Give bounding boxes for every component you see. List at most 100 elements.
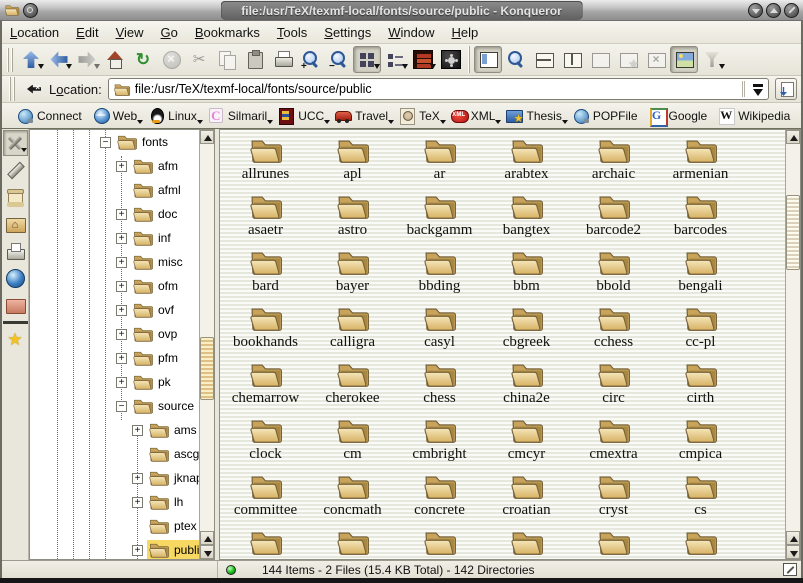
close-button[interactable] bbox=[784, 3, 799, 18]
scroll-up-arrow[interactable] bbox=[786, 531, 800, 545]
image-preview-toolbar[interactable] bbox=[670, 46, 698, 73]
tree-item-body[interactable]: misc bbox=[131, 252, 187, 272]
folder-cm[interactable]: cm bbox=[309, 414, 396, 470]
folder-bbm[interactable]: bbm bbox=[483, 246, 570, 302]
tree-item-source[interactable]: source bbox=[30, 394, 199, 418]
tree-expander[interactable] bbox=[116, 161, 127, 172]
folder-committee[interactable]: committee bbox=[222, 470, 309, 526]
popfile-globe-bookmark[interactable]: POPFile bbox=[570, 105, 644, 127]
tree-item-body[interactable]: ovp bbox=[131, 324, 181, 344]
menu-view[interactable]: View bbox=[116, 25, 144, 40]
folder-cbgreek[interactable]: cbgreek bbox=[483, 302, 570, 358]
location-input[interactable]: file:/usr/TeX/texmf-local/fonts/source/p… bbox=[108, 78, 769, 100]
tree-item-body[interactable]: afm bbox=[131, 156, 182, 176]
forward-arrow-toolbar[interactable] bbox=[73, 46, 101, 73]
location-value[interactable]: file:/usr/TeX/texmf-local/fonts/source/p… bbox=[135, 82, 737, 96]
treemap-view-toolbar[interactable] bbox=[409, 46, 437, 73]
menu-location[interactable]: Location bbox=[10, 25, 59, 40]
ucc-crest-bookmark[interactable]: UCC bbox=[275, 105, 330, 127]
zoom-out-toolbar[interactable] bbox=[325, 46, 353, 73]
cut-toolbar[interactable] bbox=[185, 46, 213, 73]
toolbar-handle[interactable] bbox=[7, 48, 14, 72]
folder-item[interactable] bbox=[309, 526, 396, 560]
tree-item-ptex[interactable]: ptex bbox=[30, 514, 199, 538]
folder-backgamm[interactable]: backgamm bbox=[396, 190, 483, 246]
tree-item-body[interactable]: afml bbox=[131, 180, 185, 200]
show-sidebar-toolbar[interactable] bbox=[474, 46, 502, 73]
main-scrollbar-thumb[interactable] bbox=[786, 195, 800, 270]
tree-item-body[interactable]: source bbox=[131, 396, 198, 416]
location-dropdown-button[interactable] bbox=[750, 80, 766, 98]
tex-lion-bookmark[interactable]: TeX bbox=[396, 105, 446, 127]
folder-cs[interactable]: cs bbox=[657, 470, 744, 526]
folder-cc-pl[interactable]: cc-pl bbox=[657, 302, 744, 358]
up-arrow-toolbar[interactable] bbox=[17, 46, 45, 73]
tree-item-body[interactable]: fonts bbox=[115, 132, 172, 152]
tree-expander[interactable] bbox=[132, 545, 143, 556]
tree-expander[interactable] bbox=[116, 233, 127, 244]
folder-item[interactable] bbox=[483, 526, 570, 560]
scroll-down-arrow[interactable] bbox=[200, 545, 214, 559]
menu-bookmarks[interactable]: Bookmarks bbox=[195, 25, 260, 40]
folder-chess[interactable]: chess bbox=[396, 358, 483, 414]
tree-item-pfm[interactable]: pfm bbox=[30, 346, 199, 370]
go-button[interactable] bbox=[775, 78, 797, 100]
folder-cmcyr[interactable]: cmcyr bbox=[483, 414, 570, 470]
folder-icon-view[interactable]: allrunes apl ar arabtex bbox=[219, 129, 801, 560]
tree-item-ovf[interactable]: ovf bbox=[30, 298, 199, 322]
menu-help[interactable]: Help bbox=[452, 25, 479, 40]
print-toolbar[interactable] bbox=[269, 46, 297, 73]
folder-allrunes[interactable]: allrunes bbox=[222, 134, 309, 190]
gear-view-toolbar[interactable] bbox=[437, 46, 465, 73]
main-scrollbar[interactable] bbox=[785, 130, 800, 559]
folder-cryst[interactable]: cryst bbox=[570, 470, 657, 526]
folder-item[interactable] bbox=[396, 526, 483, 560]
menu-settings[interactable]: Settings bbox=[324, 25, 371, 40]
wikipedia-w-bookmark[interactable]: Wikipedia bbox=[715, 105, 796, 127]
location-toolbar-handle[interactable] bbox=[9, 77, 16, 101]
tree-expander[interactable] bbox=[116, 329, 127, 340]
google-g-bookmark[interactable]: Google bbox=[646, 105, 714, 127]
folder-chemarrow[interactable]: chemarrow bbox=[222, 358, 309, 414]
tree-item-body[interactable]: pfm bbox=[131, 348, 182, 368]
tree-expander[interactable] bbox=[132, 497, 143, 508]
stop-toolbar[interactable] bbox=[157, 46, 185, 73]
icon-view-toolbar[interactable] bbox=[353, 46, 381, 73]
folder-cmbright[interactable]: cmbright bbox=[396, 414, 483, 470]
scroll-down-arrow[interactable] bbox=[786, 545, 800, 559]
folder-bbding[interactable]: bbding bbox=[396, 246, 483, 302]
xml-badge-bookmark[interactable]: XML bbox=[448, 105, 502, 127]
reload-toolbar[interactable] bbox=[129, 46, 157, 73]
tree-item-jknappen[interactable]: jknappen bbox=[30, 466, 199, 490]
minimize-button[interactable] bbox=[748, 3, 763, 18]
titlebar[interactable]: file:/usr/TeX/texmf-local/fonts/source/p… bbox=[0, 0, 803, 21]
tree-item-body[interactable]: lh bbox=[147, 492, 187, 512]
folder-item[interactable] bbox=[570, 526, 657, 560]
thesis-folder-bookmark[interactable]: Thesis bbox=[503, 105, 567, 127]
tree-item-body[interactable]: ofm bbox=[131, 276, 182, 296]
folder-asaetr[interactable]: asaetr bbox=[222, 190, 309, 246]
menu-edit[interactable]: Edit bbox=[76, 25, 98, 40]
tree-item-body[interactable]: pk bbox=[131, 372, 175, 392]
find-toolbar[interactable] bbox=[502, 46, 530, 73]
tree-item-body[interactable]: public bbox=[147, 540, 199, 559]
tree-item-ovp[interactable]: ovp bbox=[30, 322, 199, 346]
new-tab-toolbar[interactable] bbox=[614, 46, 642, 73]
tree-item-ofm[interactable]: ofm bbox=[30, 274, 199, 298]
folder-bengali[interactable]: bengali bbox=[657, 246, 744, 302]
tree-expander[interactable] bbox=[116, 305, 127, 316]
folder-calligra[interactable]: calligra bbox=[309, 302, 396, 358]
tree-item-body[interactable]: jknappen bbox=[147, 468, 199, 488]
folder-concrete[interactable]: concrete bbox=[396, 470, 483, 526]
tree-item-pk[interactable]: pk bbox=[30, 370, 199, 394]
maximize-button[interactable] bbox=[766, 3, 781, 18]
web-globe-bookmark[interactable]: Web bbox=[90, 105, 143, 127]
home-folder-sidebar-tab[interactable] bbox=[3, 211, 28, 237]
folder-archaic[interactable]: archaic bbox=[570, 134, 657, 190]
folder-cchess[interactable]: cchess bbox=[570, 302, 657, 358]
tree-expander[interactable] bbox=[132, 425, 143, 436]
tree-expander[interactable] bbox=[116, 377, 127, 388]
tree-scrollbar-thumb[interactable] bbox=[200, 337, 214, 400]
tree-scrollbar[interactable] bbox=[199, 130, 214, 559]
tree-expander[interactable] bbox=[132, 473, 143, 484]
